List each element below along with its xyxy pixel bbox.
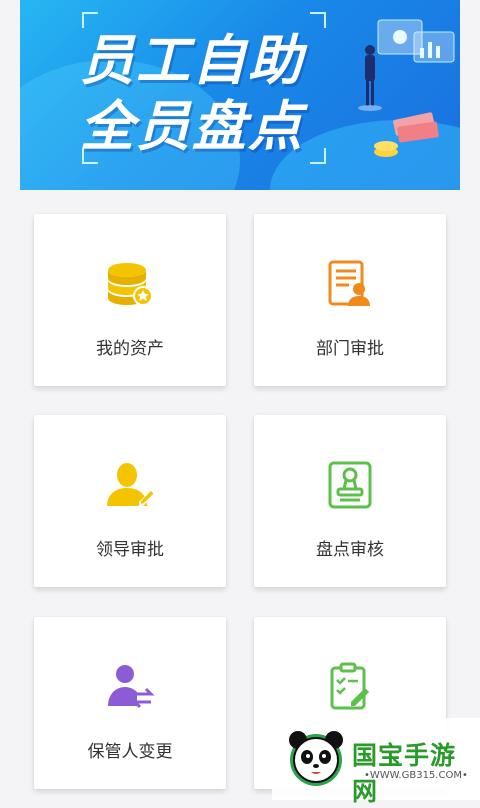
checklist-icon <box>330 662 369 710</box>
user-edit-icon <box>107 463 155 506</box>
document-user-icon <box>328 260 370 306</box>
menu-card-leader-approval[interactable]: 领导审批 <box>34 415 226 587</box>
header-banner: 员工自助 全员盘点 <box>20 0 460 190</box>
menu-label: 领导审批 <box>96 540 164 560</box>
site-watermark: 国宝手游网 •WWW.GB315.COM• <box>272 718 480 806</box>
menu-card-inventory-review[interactable]: 盘点审核 <box>254 415 446 587</box>
stamp-icon <box>328 461 372 509</box>
menu-label: 我的资产 <box>96 339 164 359</box>
banner-title-line2: 全员盘点 <box>80 95 304 158</box>
user-transfer-icon <box>108 665 155 709</box>
menu-card-custodian-change[interactable]: 保管人变更 <box>34 617 226 789</box>
menu-label: 部门审批 <box>316 339 384 359</box>
menu-label: 保管人变更 <box>87 742 173 762</box>
coins-icon <box>108 263 153 306</box>
banner-illustration <box>358 19 455 157</box>
menu-card-my-assets[interactable]: 我的资产 <box>34 214 226 386</box>
watermark-url: •WWW.GB315.COM• <box>364 770 468 781</box>
menu-card-dept-approval[interactable]: 部门审批 <box>254 214 446 386</box>
menu-label: 盘点审核 <box>316 540 384 560</box>
panda-logo-icon <box>289 731 343 786</box>
